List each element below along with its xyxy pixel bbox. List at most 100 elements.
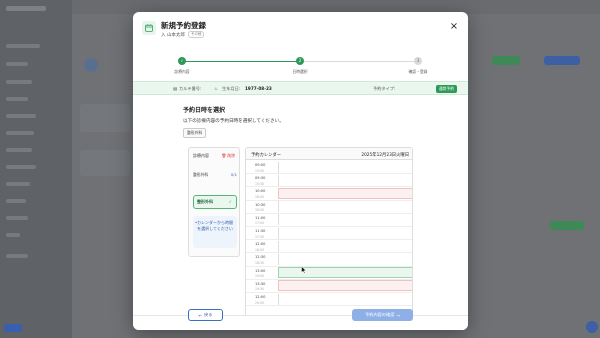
back-button[interactable]: ← 戻る <box>188 309 223 321</box>
patient-info-bar: ▤ カルテ番号: ♨ 生年月日: 1977-08-23 予約タイプ: 通常予約 <box>133 81 468 95</box>
treatment-panel: 診療内容 🗑 削除 整形外科 0/1 整形外科 ✓ • カレンダーから時間を選択… <box>188 147 240 257</box>
background-card <box>80 104 130 132</box>
time-slot-cell-normal[interactable] <box>278 201 412 213</box>
patient-name: 入 山本太郎 <box>161 32 185 38</box>
time-slot-cell-booked[interactable] <box>278 280 412 292</box>
time-slot-label: 09:30 <box>255 176 266 181</box>
time-slot-label: 11:00 <box>255 215 266 220</box>
background-button <box>550 221 584 230</box>
selected-dept-chip: 整形外科 <box>183 128 207 138</box>
time-slot-label: 09:00 <box>255 163 266 167</box>
time-slot[interactable]: 09:30 15:30 <box>246 174 412 188</box>
time-slot-cell-normal[interactable] <box>278 174 412 186</box>
time-slot-cell-normal[interactable] <box>278 161 412 173</box>
patient-info: 入 山本太郎 その他 <box>161 31 205 38</box>
step-1-label: 診療内容 <box>174 69 190 74</box>
step-3-dot: 3 <box>414 57 422 65</box>
arrow-right-icon: → <box>396 312 400 318</box>
step-3-label: 確認・登録 <box>408 69 428 74</box>
trash-icon: 🗑 <box>221 153 227 158</box>
patient-tag: その他 <box>187 31 205 38</box>
background-sidebar <box>0 0 72 338</box>
birthdate-label: 生年月日: <box>222 86 241 91</box>
treatment-selected-item[interactable]: 整形外科 ✓ <box>193 195 237 209</box>
dialog-header: 新規予約登録 入 山本太郎 その他 × <box>133 12 468 52</box>
dialog-footer <box>133 315 468 330</box>
time-slot-sublabel: 19:00 <box>255 274 264 279</box>
background-nav-item <box>6 216 28 220</box>
step-1-dot: ✓ <box>178 57 186 65</box>
background-fab <box>586 321 598 333</box>
confirm-reservation-button[interactable]: 予約内容の確認 → <box>352 309 413 321</box>
time-slot-cell-available[interactable] <box>278 267 412 279</box>
dialog-title: 新規予約登録 <box>161 21 206 30</box>
karte-icon: ▤ <box>173 86 177 91</box>
time-slot[interactable]: 12:00 20:00 <box>246 293 412 307</box>
treatment-row: 整形外科 0/1 <box>193 172 237 178</box>
new-reservation-dialog: 新規予約登録 入 山本太郎 その他 × ✓ 2 3 診療内容 日時選択 確認・登… <box>133 12 468 330</box>
treatment-selected-label: 整形外科 <box>197 199 213 204</box>
time-slot-label: 10:30 <box>255 202 266 207</box>
calendar-hint-text: カレンダーから時間を選択してください <box>197 220 233 231</box>
mouse-cursor-icon <box>301 266 307 274</box>
background-badge <box>4 324 22 332</box>
reservation-calendar: 予約カレンダー 2025年12月23日火曜日 09:00 15:00 09:30 15… <box>245 147 413 317</box>
time-slot-sublabel: 15:30 <box>255 181 264 186</box>
time-slot-cell-booked[interactable] <box>278 187 412 200</box>
background-nav-item <box>6 199 26 203</box>
calendar-title: 予約カレンダー <box>251 152 282 158</box>
step-connector-done <box>182 60 300 62</box>
time-slot-cell-normal[interactable] <box>278 227 412 239</box>
background-nav-item <box>6 254 28 258</box>
info-dot-icon: • <box>195 220 198 225</box>
calendar-icon <box>142 21 156 35</box>
time-slot-sublabel: 15:00 <box>255 168 264 173</box>
confirm-label: 予約内容の確認 <box>365 312 395 317</box>
background-nav-item <box>6 44 40 48</box>
time-slot[interactable]: 13:00 19:00 <box>246 267 412 280</box>
time-slot[interactable]: 12:30 18:30 <box>246 253 412 267</box>
background-logo <box>6 6 46 11</box>
time-slot-sublabel: 16:30 <box>255 208 264 213</box>
time-slot-cell-normal[interactable] <box>278 293 412 305</box>
background-card <box>80 150 130 176</box>
time-slot[interactable]: 13:30 19:30 <box>246 280 412 293</box>
calendar-date: 2025年12月23日火曜日 <box>361 152 409 158</box>
background-nav-item <box>6 165 36 169</box>
close-button[interactable]: × <box>448 21 460 33</box>
background-nav-item <box>6 233 20 237</box>
time-slot-label: 12:00 <box>255 242 266 247</box>
treatment-row-count: 0/1 <box>230 172 237 177</box>
background-nav-item <box>6 131 34 135</box>
time-slot-sublabel: 18:30 <box>255 260 264 265</box>
birthdate-value: 1977-08-23 <box>245 86 272 91</box>
step-connector-todo <box>300 60 418 62</box>
time-slot[interactable]: 10:30 16:30 <box>246 201 412 214</box>
background-nav-item <box>6 182 30 186</box>
time-slot-sublabel: 18:00 <box>255 247 264 252</box>
time-slot-label: 11:30 <box>255 229 266 233</box>
time-slot-label: 13:00 <box>255 268 266 273</box>
time-slot-cell-normal[interactable] <box>278 214 412 226</box>
reservation-type-label: 予約タイプ: <box>373 86 396 91</box>
time-slot-sublabel: 19:30 <box>255 287 264 292</box>
time-slot[interactable]: 09:00 15:00 <box>246 161 412 175</box>
delete-button[interactable]: 🗑 削除 <box>221 153 235 159</box>
time-slot[interactable]: 12:00 18:00 <box>246 240 412 254</box>
background-avatar <box>84 58 98 72</box>
time-slot-cell-normal[interactable] <box>278 253 412 266</box>
section-description: 以下の診療内容の予約日時を選択してください。 <box>183 119 284 124</box>
karte-number-label: カルテ番号: <box>179 86 202 91</box>
time-slot[interactable]: 11:00 17:00 <box>246 214 412 227</box>
time-slot-sublabel: 20:00 <box>255 300 264 305</box>
time-slot-cell-normal[interactable] <box>278 240 412 252</box>
treatment-header: 診療内容 <box>193 153 209 158</box>
back-label: 戻る <box>204 312 213 317</box>
background-nav-item <box>6 97 28 101</box>
arrow-left-icon: ← <box>198 312 203 318</box>
time-slot-label: 12:30 <box>255 255 266 260</box>
time-slot[interactable]: 11:30 17:30 <box>246 227 412 241</box>
time-slot-sublabel: 17:00 <box>255 221 264 226</box>
section-title: 予約日時を選択 <box>183 107 226 114</box>
time-slot[interactable]: 10:00 16:00 <box>246 187 412 201</box>
